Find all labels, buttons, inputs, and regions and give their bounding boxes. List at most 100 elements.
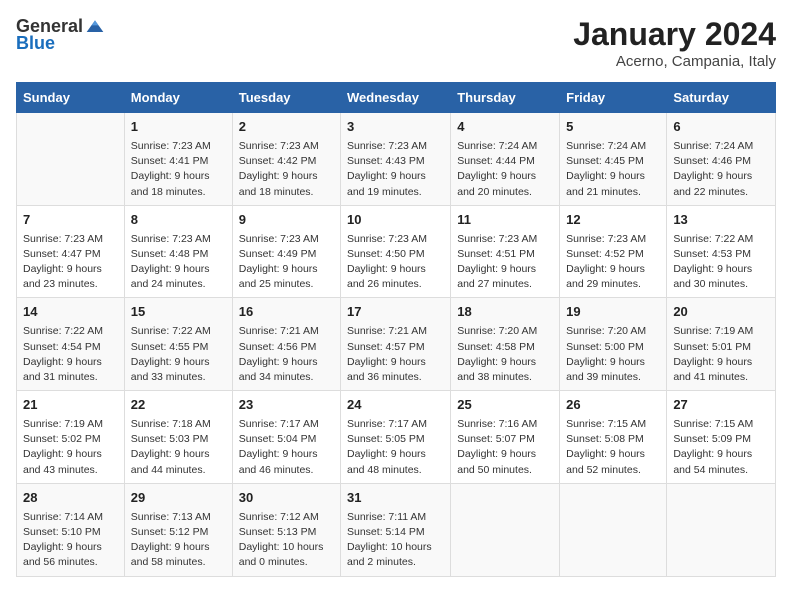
week-row-1: 1 Sunrise: 7:23 AMSunset: 4:41 PMDaylight… (17, 113, 776, 206)
logo: General Blue (16, 16, 105, 54)
day-number: 8 (131, 211, 226, 230)
calendar-cell: 20 Sunrise: 7:19 AMSunset: 5:01 PMDayligh… (667, 298, 776, 391)
day-info: Sunrise: 7:23 AMSunset: 4:51 PMDaylight:… (457, 232, 553, 293)
day-info: Sunrise: 7:18 AMSunset: 5:03 PMDaylight:… (131, 417, 226, 478)
day-number: 2 (239, 118, 334, 137)
calendar-cell: 4 Sunrise: 7:24 AMSunset: 4:44 PMDaylight… (451, 113, 560, 206)
day-info: Sunrise: 7:23 AMSunset: 4:47 PMDaylight:… (23, 232, 118, 293)
day-number: 3 (347, 118, 444, 137)
calendar-cell: 12Sunrise: 7:23 AMSunset: 4:52 PMDayligh… (560, 205, 667, 298)
col-header-friday: Friday (560, 83, 667, 113)
logo-blue-text: Blue (16, 33, 55, 54)
day-info: Sunrise: 7:24 AMSunset: 4:45 PMDaylight:… (566, 139, 660, 200)
day-number: 31 (347, 489, 444, 508)
calendar-table: SundayMondayTuesdayWednesdayThursdayFrid… (16, 82, 776, 577)
calendar-cell: 31 Sunrise: 7:11 AMSunset: 5:14 PMDayligh… (341, 483, 451, 576)
day-info: Sunrise: 7:19 AMSunset: 5:01 PMDaylight:… (673, 324, 769, 385)
col-header-thursday: Thursday (451, 83, 560, 113)
week-row-5: 28 Sunrise: 7:14 AMSunset: 5:10 PMDayligh… (17, 483, 776, 576)
day-number: 14 (23, 303, 118, 322)
day-info: Sunrise: 7:17 AMSunset: 5:05 PMDaylight:… (347, 417, 444, 478)
page-header: General Blue January 2024 Acerno, Campan… (16, 16, 776, 70)
calendar-cell: 25 Sunrise: 7:16 AMSunset: 5:07 PMDayligh… (451, 391, 560, 484)
day-info: Sunrise: 7:24 AMSunset: 4:44 PMDaylight:… (457, 139, 553, 200)
day-number: 29 (131, 489, 226, 508)
day-number: 26 (566, 396, 660, 415)
col-header-sunday: Sunday (17, 83, 125, 113)
calendar-cell (560, 483, 667, 576)
calendar-cell: 28 Sunrise: 7:14 AMSunset: 5:10 PMDayligh… (17, 483, 125, 576)
calendar-cell: 6 Sunrise: 7:24 AMSunset: 4:46 PMDaylight… (667, 113, 776, 206)
week-row-3: 14 Sunrise: 7:22 AMSunset: 4:54 PMDayligh… (17, 298, 776, 391)
day-info: Sunrise: 7:17 AMSunset: 5:04 PMDaylight:… (239, 417, 334, 478)
day-info: Sunrise: 7:23 AMSunset: 4:42 PMDaylight:… (239, 139, 334, 200)
day-number: 27 (673, 396, 769, 415)
day-number: 11 (457, 211, 553, 230)
day-info: Sunrise: 7:23 AMSunset: 4:50 PMDaylight:… (347, 232, 444, 293)
logo-icon (85, 17, 105, 37)
day-number: 10 (347, 211, 444, 230)
day-info: Sunrise: 7:23 AMSunset: 4:49 PMDaylight:… (239, 232, 334, 293)
calendar-cell: 29 Sunrise: 7:13 AMSunset: 5:12 PMDayligh… (124, 483, 232, 576)
calendar-cell: 19 Sunrise: 7:20 AMSunset: 5:00 PMDayligh… (560, 298, 667, 391)
calendar-cell: 5 Sunrise: 7:24 AMSunset: 4:45 PMDaylight… (560, 113, 667, 206)
day-number: 22 (131, 396, 226, 415)
calendar-cell: 15Sunrise: 7:22 AMSunset: 4:55 PMDayligh… (124, 298, 232, 391)
day-number: 6 (673, 118, 769, 137)
col-header-wednesday: Wednesday (341, 83, 451, 113)
calendar-cell (667, 483, 776, 576)
day-number: 20 (673, 303, 769, 322)
day-info: Sunrise: 7:20 AMSunset: 5:00 PMDaylight:… (566, 324, 660, 385)
week-row-4: 21Sunrise: 7:19 AMSunset: 5:02 PMDayligh… (17, 391, 776, 484)
col-header-tuesday: Tuesday (232, 83, 340, 113)
day-info: Sunrise: 7:23 AMSunset: 4:41 PMDaylight:… (131, 139, 226, 200)
day-info: Sunrise: 7:16 AMSunset: 5:07 PMDaylight:… (457, 417, 553, 478)
calendar-cell: 23 Sunrise: 7:17 AMSunset: 5:04 PMDayligh… (232, 391, 340, 484)
calendar-cell: 22 Sunrise: 7:18 AMSunset: 5:03 PMDayligh… (124, 391, 232, 484)
day-info: Sunrise: 7:13 AMSunset: 5:12 PMDaylight:… (131, 510, 226, 571)
calendar-cell (17, 113, 125, 206)
day-info: Sunrise: 7:14 AMSunset: 5:10 PMDaylight:… (23, 510, 118, 571)
day-info: Sunrise: 7:24 AMSunset: 4:46 PMDaylight:… (673, 139, 769, 200)
day-number: 19 (566, 303, 660, 322)
calendar-cell: 9Sunrise: 7:23 AMSunset: 4:49 PMDaylight… (232, 205, 340, 298)
day-info: Sunrise: 7:22 AMSunset: 4:55 PMDaylight:… (131, 324, 226, 385)
day-number: 24 (347, 396, 444, 415)
calendar-cell: 24 Sunrise: 7:17 AMSunset: 5:05 PMDayligh… (341, 391, 451, 484)
day-number: 7 (23, 211, 118, 230)
calendar-cell: 14 Sunrise: 7:22 AMSunset: 4:54 PMDayligh… (17, 298, 125, 391)
calendar-cell: 8 Sunrise: 7:23 AMSunset: 4:48 PMDaylight… (124, 205, 232, 298)
day-number: 18 (457, 303, 553, 322)
location: Acerno, Campania, Italy (573, 53, 776, 70)
col-header-monday: Monday (124, 83, 232, 113)
col-header-saturday: Saturday (667, 83, 776, 113)
day-number: 25 (457, 396, 553, 415)
calendar-cell: 10 Sunrise: 7:23 AMSunset: 4:50 PMDayligh… (341, 205, 451, 298)
day-info: Sunrise: 7:22 AMSunset: 4:53 PMDaylight:… (673, 232, 769, 293)
day-info: Sunrise: 7:21 AMSunset: 4:56 PMDaylight:… (239, 324, 334, 385)
day-number: 4 (457, 118, 553, 137)
calendar-cell: 11 Sunrise: 7:23 AMSunset: 4:51 PMDayligh… (451, 205, 560, 298)
day-info: Sunrise: 7:23 AMSunset: 4:43 PMDaylight:… (347, 139, 444, 200)
day-number: 16 (239, 303, 334, 322)
day-info: Sunrise: 7:20 AMSunset: 4:58 PMDaylight:… (457, 324, 553, 385)
calendar-cell: 30Sunrise: 7:12 AMSunset: 5:13 PMDayligh… (232, 483, 340, 576)
day-info: Sunrise: 7:23 AMSunset: 4:48 PMDaylight:… (131, 232, 226, 293)
day-info: Sunrise: 7:15 AMSunset: 5:09 PMDaylight:… (673, 417, 769, 478)
day-number: 23 (239, 396, 334, 415)
day-number: 5 (566, 118, 660, 137)
header-row: SundayMondayTuesdayWednesdayThursdayFrid… (17, 83, 776, 113)
day-info: Sunrise: 7:19 AMSunset: 5:02 PMDaylight:… (23, 417, 118, 478)
day-number: 17 (347, 303, 444, 322)
week-row-2: 7 Sunrise: 7:23 AMSunset: 4:47 PMDaylight… (17, 205, 776, 298)
day-info: Sunrise: 7:12 AMSunset: 5:13 PMDaylight:… (239, 510, 334, 571)
day-info: Sunrise: 7:11 AMSunset: 5:14 PMDaylight:… (347, 510, 444, 571)
day-number: 1 (131, 118, 226, 137)
day-number: 28 (23, 489, 118, 508)
calendar-cell: 17 Sunrise: 7:21 AMSunset: 4:57 PMDayligh… (341, 298, 451, 391)
calendar-cell: 1 Sunrise: 7:23 AMSunset: 4:41 PMDaylight… (124, 113, 232, 206)
calendar-cell: 16 Sunrise: 7:21 AMSunset: 4:56 PMDayligh… (232, 298, 340, 391)
day-number: 13 (673, 211, 769, 230)
day-info: Sunrise: 7:22 AMSunset: 4:54 PMDaylight:… (23, 324, 118, 385)
day-info: Sunrise: 7:21 AMSunset: 4:57 PMDaylight:… (347, 324, 444, 385)
